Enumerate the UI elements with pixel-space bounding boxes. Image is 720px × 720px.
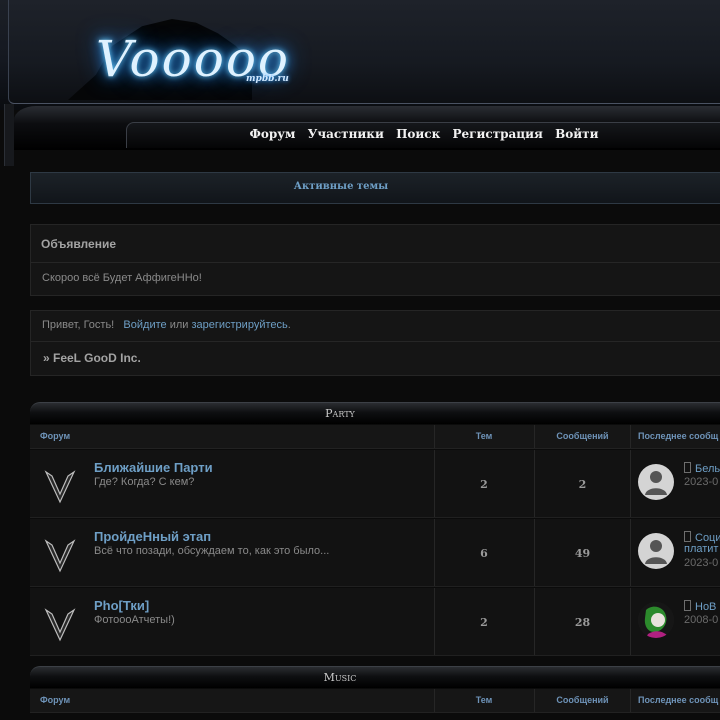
column-divider	[630, 425, 631, 448]
announcement-panel: Объявление Скорoo всё Будет АффигеННо!	[30, 224, 720, 296]
column-headers: Форум Тем Сообщений Последнее сообщ	[30, 425, 720, 449]
post-count: 49	[574, 547, 591, 560]
register-link[interactable]: зарегистрируйтесь	[191, 319, 287, 331]
announcement-text: Скорoo всё Будет АффигеННо!	[42, 272, 202, 284]
navigation-bar: Форум Участники Поиск Регистрация Войти	[126, 122, 720, 148]
column-headers: Форум Тем Сообщений Последнее сообщ	[30, 689, 720, 713]
last-post-title[interactable]: НоВ	[684, 600, 716, 613]
last-post-date: 2023-0	[684, 557, 719, 569]
column-divider	[434, 689, 435, 712]
nav-links: Форум Участники Поиск Регистрация Войти	[127, 127, 720, 141]
forum-description: ФотоooАтчеты!)	[94, 614, 175, 626]
main-navigation: Форум Участники Поиск Регистрация Войти	[14, 106, 720, 150]
site-header: Vooooo mpbb.ru	[0, 0, 720, 110]
nav-members[interactable]: Участники	[308, 127, 384, 141]
column-divider	[630, 519, 631, 586]
column-forum: Форум	[40, 431, 71, 441]
active-topics-link[interactable]: Активные темы	[31, 181, 651, 192]
forum-name: » FeeL GooD Inc.	[43, 351, 141, 365]
divider	[31, 341, 720, 342]
column-divider	[534, 689, 535, 712]
column-divider	[630, 689, 631, 712]
last-post-title[interactable]: Бель	[684, 462, 720, 475]
column-posts: Сообщений	[556, 695, 609, 705]
column-topics: Тем	[475, 695, 493, 705]
category-header: Music	[30, 666, 720, 688]
forum-row: Ближайшие Парти Где? Когда? С кем? 2 2 Б…	[30, 450, 720, 518]
active-topics-bar: Активные темы	[30, 172, 720, 204]
topic-count: 2	[480, 478, 488, 491]
column-last-post: Последнее сообщ	[638, 695, 719, 705]
nav-register[interactable]: Регистрация	[452, 127, 542, 141]
forum-title[interactable]: Pho[Тки]	[94, 598, 149, 613]
avatar[interactable]	[638, 602, 674, 638]
welcome-panel: Привет, Гость! Войдите или зарегистрируй…	[30, 310, 720, 376]
site-logo[interactable]: Vooooo mpbb.ru	[40, 8, 300, 100]
forum-row: Pho[Тки] ФотоooАтчеты!) 2 28 НоВ 2008-0	[30, 588, 720, 656]
left-rail	[4, 104, 14, 166]
announcement-title: Объявление	[41, 237, 116, 251]
forum-row: ПройдеНный этап Всё что позади, обсуждае…	[30, 519, 720, 587]
post-count: 28	[574, 616, 591, 629]
avatar[interactable]	[638, 533, 674, 569]
default-user-icon	[645, 471, 667, 495]
divider	[31, 262, 720, 263]
category-header: Party	[30, 402, 720, 424]
default-user-icon	[645, 540, 667, 564]
last-post-date: 2023-0	[684, 476, 719, 488]
user-photo-icon	[638, 602, 674, 638]
last-post-title-cont[interactable]: платит	[684, 543, 718, 555]
forum-description: Где? Когда? С кем?	[94, 476, 195, 488]
column-posts: Сообщений	[556, 431, 609, 441]
forum-v-icon	[44, 608, 76, 642]
or-text: или	[169, 319, 189, 331]
forum-title[interactable]: ПройдеНный этап	[94, 529, 211, 544]
last-post-date: 2008-0	[684, 614, 719, 626]
column-divider	[434, 425, 435, 448]
topic-count: 2	[480, 616, 488, 629]
nav-search[interactable]: Поиск	[396, 127, 440, 141]
post-count: 2	[578, 478, 587, 491]
category-music: Music Форум Тем Сообщений Последнее сооб…	[30, 666, 720, 720]
topic-count: 6	[480, 547, 488, 560]
greeting-text: Привет, Гость!	[42, 319, 115, 331]
column-divider	[630, 588, 631, 655]
category-title[interactable]: Party	[30, 407, 650, 420]
column-topics: Тем	[475, 431, 493, 441]
nav-forum[interactable]: Форум	[250, 127, 296, 141]
welcome-line: Привет, Гость! Войдите или зарегистрируй…	[42, 319, 291, 331]
column-divider	[534, 425, 535, 448]
avatar[interactable]	[638, 464, 674, 500]
column-last-post: Последнее сообщ	[638, 431, 719, 441]
nav-login[interactable]: Войти	[555, 127, 598, 141]
category-title[interactable]: Music	[30, 671, 650, 684]
column-forum: Форум	[40, 695, 71, 705]
forum-v-icon	[44, 539, 76, 573]
forum-title[interactable]: Ближайшие Парти	[94, 460, 213, 475]
column-divider	[630, 450, 631, 517]
forum-v-icon	[44, 470, 76, 504]
forum-description: Всё что позади, обсуждаем то, как это бы…	[94, 545, 330, 557]
login-link[interactable]: Войдите	[123, 319, 166, 331]
logo-subtitle: mpbb.ru	[246, 74, 289, 84]
